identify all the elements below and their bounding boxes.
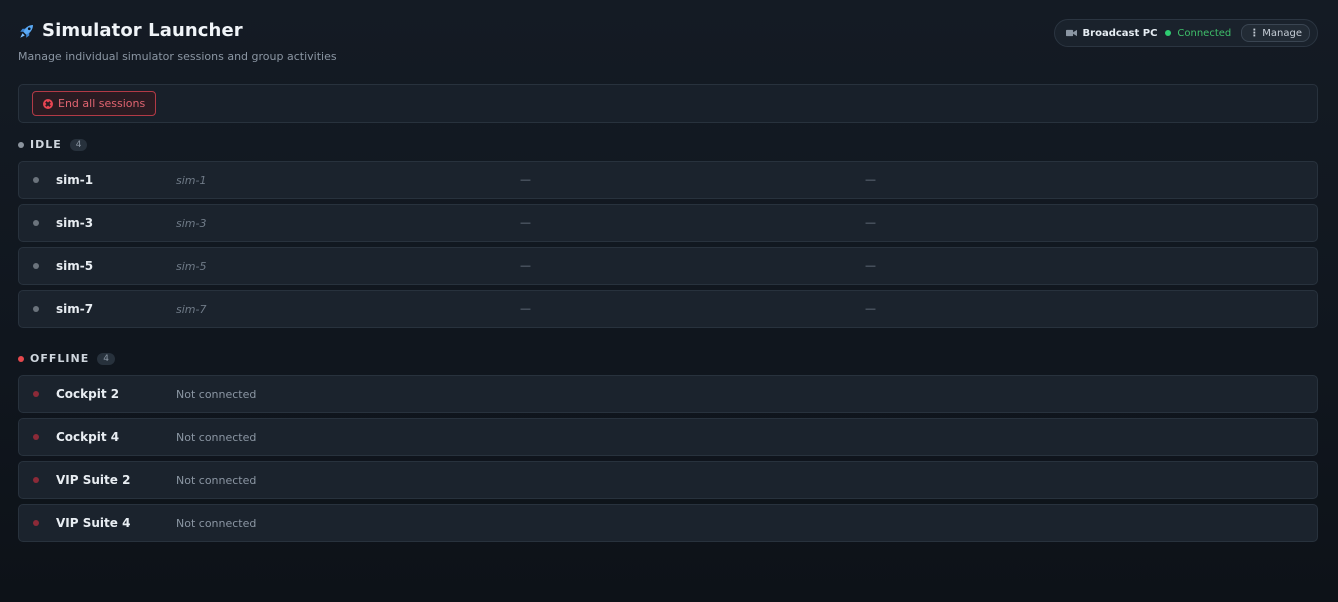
simulator-row[interactable]: Cockpit 2 Not connected (18, 375, 1318, 413)
simulator-row[interactable]: VIP Suite 2 Not connected (18, 461, 1318, 499)
simulator-row[interactable]: VIP Suite 4 Not connected (18, 504, 1318, 542)
connection-status: Not connected (176, 388, 257, 401)
connection-status: Not connected (176, 517, 257, 530)
end-all-sessions-label: End all sessions (58, 97, 146, 110)
page-subtitle: Manage individual simulator sessions and… (18, 50, 337, 63)
broadcast-pc-status: Broadcast PC Connected ⋮ Manage (1053, 19, 1318, 47)
offline-dot (33, 434, 39, 440)
broadcast-connection-status: Connected (1177, 27, 1232, 39)
idle-dot (33, 263, 39, 269)
idle-status-dot (18, 141, 24, 148)
simulator-row[interactable]: sim-3 sim-3 — — (18, 204, 1318, 242)
simulator-row[interactable]: sim-1 sim-1 — — (18, 161, 1318, 199)
session-field: — (865, 302, 876, 315)
session-field: — (520, 259, 531, 272)
simulator-name: sim-3 (56, 216, 94, 230)
manage-button-label: Manage (1262, 27, 1302, 39)
simulator-name: VIP Suite 2 (56, 473, 131, 487)
offline-dot (33, 520, 39, 526)
simulator-name: Cockpit 2 (56, 387, 120, 401)
simulator-id: sim-1 (176, 174, 207, 187)
simulator-name: sim-5 (56, 259, 94, 273)
simulator-name: sim-7 (56, 302, 94, 316)
connected-status-dot (1165, 30, 1172, 36)
simulator-row[interactable]: sim-5 sim-5 — — (18, 247, 1318, 285)
connection-status: Not connected (176, 474, 257, 487)
simulator-row[interactable]: sim-7 sim-7 — — (18, 290, 1318, 328)
idle-dot (33, 306, 39, 312)
simulator-name: sim-1 (56, 173, 94, 187)
close-circle-icon (43, 98, 53, 109)
kebab-menu-icon: ⋮ (1249, 27, 1260, 39)
session-field: — (520, 216, 531, 229)
page-title: Simulator Launcher (42, 20, 243, 41)
end-all-sessions-button[interactable]: End all sessions (32, 91, 157, 116)
section-header-offline: OFFLINE 4 (18, 352, 115, 365)
page-header: Simulator Launcher Manage individual sim… (18, 20, 337, 63)
session-field: — (520, 302, 531, 315)
idle-dot (33, 177, 39, 183)
simulator-row[interactable]: Cockpit 4 Not connected (18, 418, 1318, 456)
section-label-offline: OFFLINE (30, 352, 90, 365)
simulator-name: Cockpit 4 (56, 430, 120, 444)
idle-dot (33, 220, 39, 226)
offline-dot (33, 391, 39, 397)
simulator-id: sim-7 (176, 303, 207, 316)
title-row: Simulator Launcher (18, 20, 337, 41)
simulator-name: VIP Suite 4 (56, 516, 131, 530)
manage-button[interactable]: ⋮ Manage (1241, 24, 1310, 42)
simulator-id: sim-3 (176, 217, 207, 230)
offline-status-dot (18, 355, 24, 362)
rocket-icon (20, 24, 33, 38)
session-field: — (520, 173, 531, 186)
connection-status: Not connected (176, 431, 257, 444)
session-field: — (865, 259, 876, 272)
section-header-idle: IDLE 4 (18, 138, 88, 151)
section-count-idle: 4 (69, 138, 88, 151)
video-camera-icon (1065, 29, 1077, 37)
sessions-toolbar: End all sessions (18, 84, 1318, 123)
section-label-idle: IDLE (30, 138, 62, 151)
simulator-id: sim-5 (176, 260, 207, 273)
broadcast-pc-label: Broadcast PC (1082, 27, 1158, 39)
session-field: — (865, 173, 876, 186)
offline-dot (33, 477, 39, 483)
session-field: — (865, 216, 876, 229)
section-count-offline: 4 (97, 352, 115, 365)
